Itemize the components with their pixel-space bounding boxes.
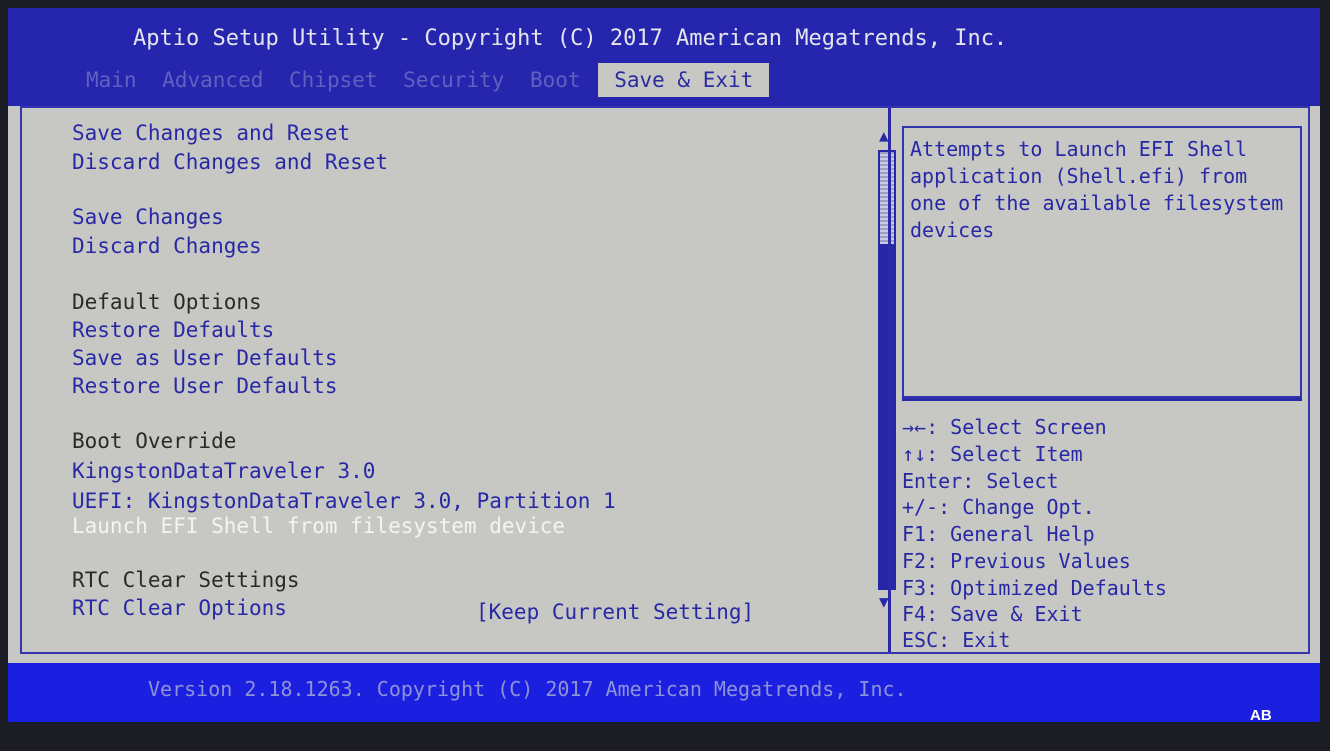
tab-boot[interactable]: Boot	[522, 63, 589, 97]
key-esc-exit: ESC: Exit	[902, 628, 1011, 652]
launch-efi-shell-item[interactable]: Launch EFI Shell from filesystem device	[72, 514, 565, 538]
default-options-header: Default Options	[72, 290, 262, 314]
scroll-thumb[interactable]	[880, 152, 894, 244]
tab-security[interactable]: Security	[395, 63, 512, 97]
tab-bar: Main Advanced Chipset Security Boot Save…	[78, 63, 770, 99]
menu-pane: Save Changes and Reset Discard Changes a…	[22, 108, 880, 652]
key-save-exit: F4: Save & Exit	[902, 602, 1083, 626]
save-changes-reset-item[interactable]: Save Changes and Reset	[72, 121, 350, 145]
key-optimized-defaults: F3: Optimized Defaults	[902, 576, 1167, 600]
footer-bar: Version 2.18.1263. Copyright (C) 2017 Am…	[8, 663, 1320, 722]
restore-user-defaults-item[interactable]: Restore User Defaults	[72, 374, 338, 398]
boot-override-header: Boot Override	[72, 429, 237, 453]
pane-divider	[888, 108, 891, 652]
app-title: Aptio Setup Utility - Copyright (C) 2017…	[133, 26, 1008, 51]
post-code: AB	[1250, 707, 1272, 722]
rtc-clear-options-value[interactable]: [Keep Current Setting]	[476, 600, 754, 624]
boot-override-device-1[interactable]: KingstonDataTraveler 3.0	[72, 459, 375, 483]
key-general-help: F1: General Help	[902, 522, 1095, 546]
boot-override-device-2[interactable]: UEFI: KingstonDataTraveler 3.0, Partitio…	[72, 489, 616, 513]
key-previous-values: F2: Previous Values	[902, 549, 1131, 573]
tab-chipset[interactable]: Chipset	[281, 63, 386, 97]
tab-advanced[interactable]: Advanced	[154, 63, 271, 97]
rtc-clear-settings-header: RTC Clear Settings	[72, 568, 300, 592]
tab-main[interactable]: Main	[78, 63, 145, 97]
help-description: Attempts to Launch EFI Shell application…	[910, 137, 1284, 242]
discard-changes-reset-item[interactable]: Discard Changes and Reset	[72, 150, 388, 174]
key-select-item: ↑↓: Select Item	[902, 442, 1083, 466]
restore-defaults-item[interactable]: Restore Defaults	[72, 318, 274, 342]
help-divider	[902, 398, 1302, 401]
header-bar: Aptio Setup Utility - Copyright (C) 2017…	[8, 8, 1320, 106]
version-text: Version 2.18.1263. Copyright (C) 2017 Am…	[148, 677, 907, 701]
rtc-clear-options-item[interactable]: RTC Clear Options	[72, 596, 287, 620]
save-changes-item[interactable]: Save Changes	[72, 205, 224, 229]
discard-changes-item[interactable]: Discard Changes	[72, 234, 262, 258]
tab-save-exit[interactable]: Save & Exit	[598, 63, 770, 97]
main-panel: Save Changes and Reset Discard Changes a…	[20, 106, 1310, 654]
key-change-opt: +/-: Change Opt.	[902, 495, 1095, 519]
key-select-screen: →←: Select Screen	[902, 415, 1107, 439]
bios-screen: Aptio Setup Utility - Copyright (C) 2017…	[8, 8, 1320, 722]
key-enter-select: Enter: Select	[902, 469, 1059, 493]
save-user-defaults-item[interactable]: Save as User Defaults	[72, 346, 338, 370]
